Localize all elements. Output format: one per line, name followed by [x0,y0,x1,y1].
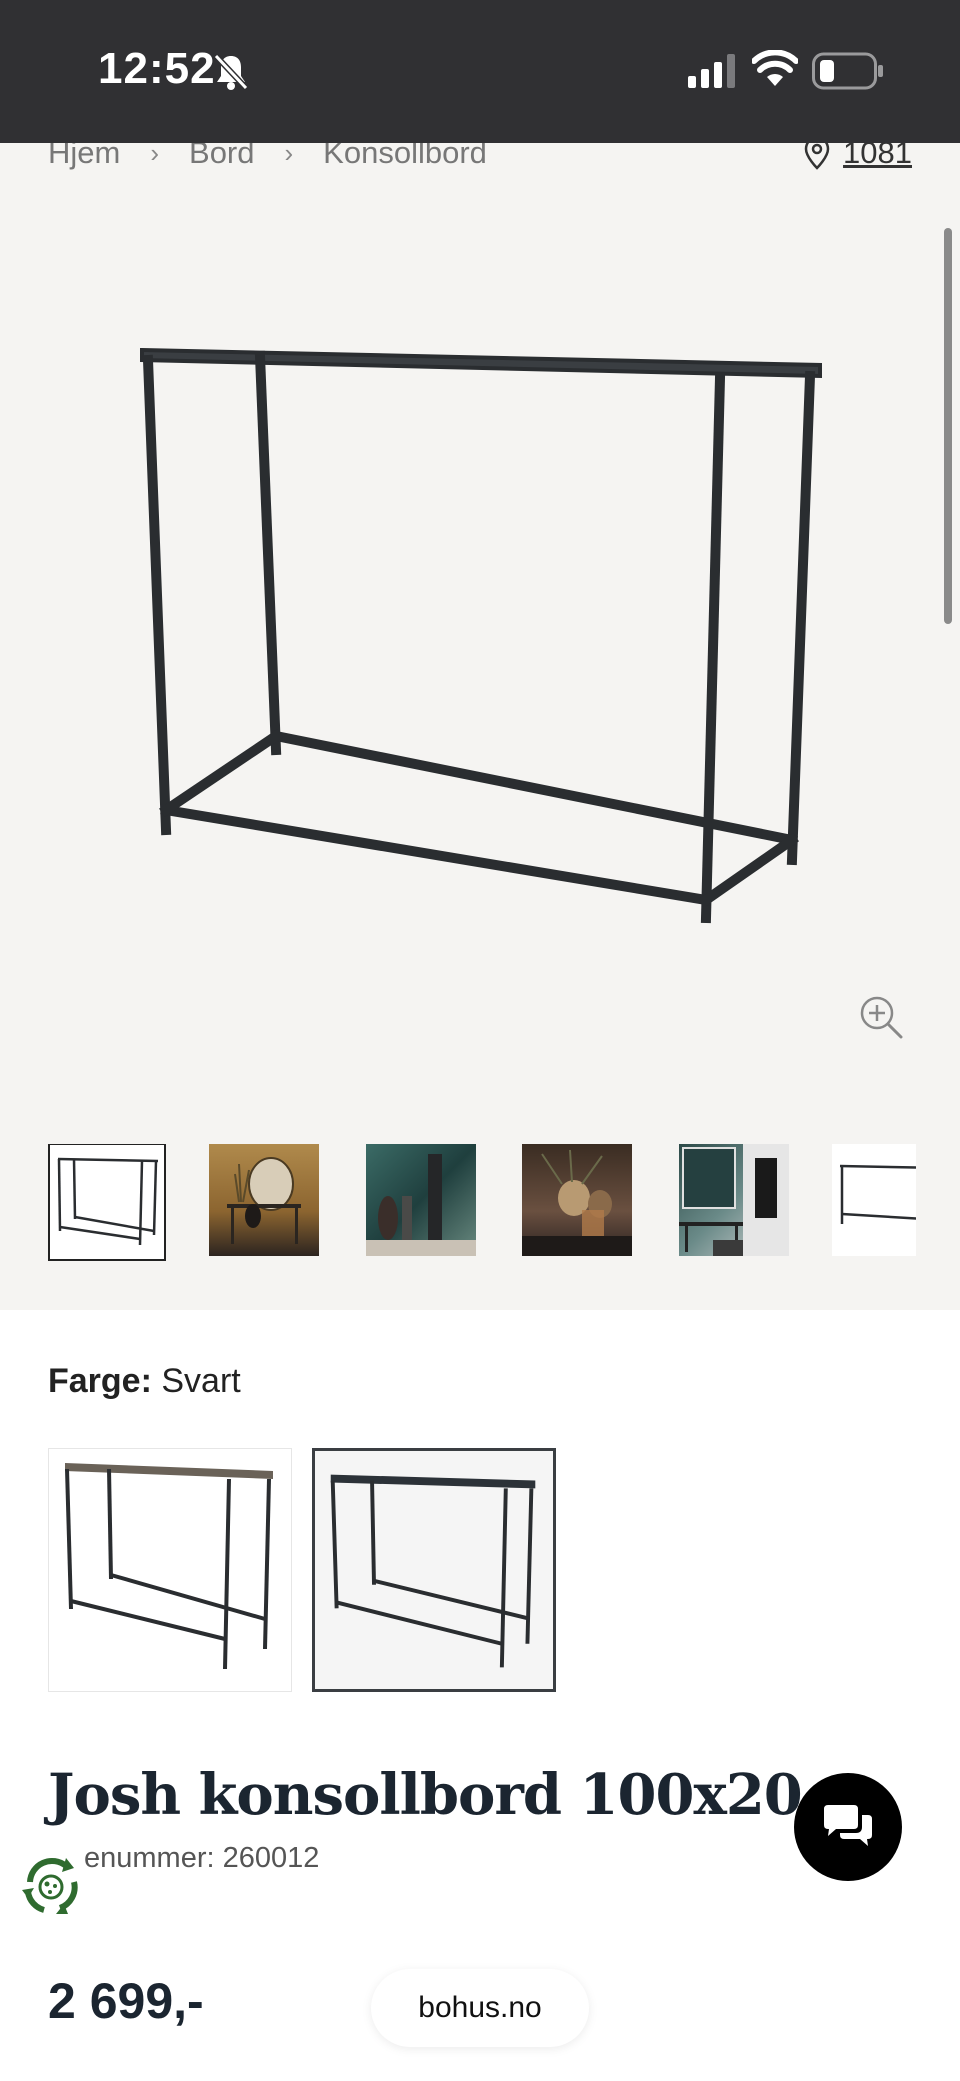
wifi-icon [752,50,798,86]
chat-bubbles-icon [824,1805,872,1846]
thumbnail-4[interactable] [522,1144,632,1256]
cellular-signal-icon [688,54,735,88]
item-number: enummer: 260012 [84,1842,320,1874]
chat-button[interactable] [794,1773,902,1881]
color-option-1[interactable] [48,1448,292,1692]
browser-url-bar[interactable]: bohus.no [371,1969,589,2047]
thumbnail-1[interactable] [48,1144,166,1261]
thumbnail-6[interactable] [832,1144,916,1256]
recycle-icon[interactable] [16,1852,86,1922]
thumbnail-5[interactable] [679,1144,789,1256]
bell-slash-icon [213,53,249,91]
color-value: Svart [161,1362,241,1400]
battery-low-icon [812,52,883,90]
main-product-image[interactable] [120,320,840,1000]
product-gallery: Hjem › Bord › Konsollbord 1081 [0,135,960,1310]
product-price: 2 699,- [48,1973,204,2029]
gallery-scrollbar[interactable] [944,228,952,624]
color-label: Farge: Svart [48,1362,241,1401]
color-label-key: Farge: [48,1362,152,1400]
thumbnail-strip [48,1144,916,1262]
color-option-2-selected[interactable] [312,1448,556,1692]
zoom-in-icon[interactable] [858,994,904,1040]
thumbnail-2[interactable] [209,1144,319,1256]
product-title: Josh konsollbord 100x20 [48,1762,803,1828]
thumbnail-3[interactable] [366,1144,476,1256]
status-time: 12:52 [98,44,216,93]
status-bar: 12:52 [0,0,960,143]
